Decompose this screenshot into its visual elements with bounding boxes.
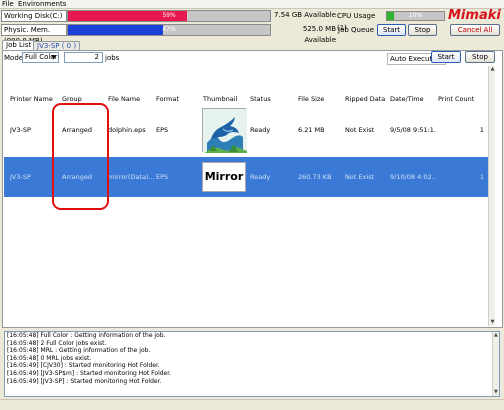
cpu-usage-label: CPU Usage (1): [337, 12, 376, 32]
group-column-highlight: [52, 103, 109, 210]
scroll-up-icon[interactable]: ▲: [494, 333, 498, 338]
auto-start-button[interactable]: Start: [431, 51, 461, 63]
mimaki-logo: Mimaki: [448, 8, 504, 24]
cell-date-time: 9/5/08 9:51:1...: [390, 126, 436, 134]
cell-status: Ready: [250, 126, 271, 134]
queue-stop-button[interactable]: Stop: [408, 24, 437, 36]
menu-file[interactable]: File: [2, 0, 14, 9]
working-disk-percent: 59%: [162, 12, 176, 19]
scroll-up-icon[interactable]: ▲: [490, 67, 495, 72]
jobs-label: jobs: [105, 54, 120, 62]
column-header-format[interactable]: Format: [156, 94, 179, 104]
log-line: [16:05:49] [JV3-SP] : Started monitoring…: [7, 377, 162, 385]
menu-environments[interactable]: Environments: [18, 0, 66, 9]
cell-ripped-data: Not Exist: [345, 173, 375, 181]
log-line: [16:05:49] [JV3-SP$m] : Started monitori…: [7, 369, 172, 377]
cpu-usage-percent: 10%: [408, 12, 423, 19]
cpu-usage-bar: 10%: [386, 11, 445, 21]
column-header-file-name[interactable]: File Name: [108, 94, 140, 104]
cancel-all-button[interactable]: Cancel All: [450, 24, 500, 36]
physical-memory-percent: 47%: [162, 26, 176, 33]
log-scrollbar[interactable]: ▲ ▼: [492, 332, 499, 396]
log-line: [16:05:49] [CJV30] : Started monitoring …: [7, 362, 160, 370]
tab-jv3-sp[interactable]: JV3-SP ( 0 ): [33, 41, 81, 50]
cell-status: Ready: [250, 173, 271, 181]
column-header-thumbnail[interactable]: Thumbnail: [203, 94, 237, 104]
scroll-down-icon[interactable]: ▼: [494, 390, 498, 395]
menu-bar: File Environments: [0, 0, 504, 9]
physical-memory-available: 525.0 MB Available: [302, 25, 336, 44]
queue-start-button[interactable]: Start: [377, 24, 406, 36]
physical-memory-bar: 47%: [67, 24, 271, 36]
column-header-printer-name[interactable]: Printer Name: [10, 94, 53, 104]
mirror-thumbnail-icon: Mirror: [202, 162, 246, 192]
auto-stop-button[interactable]: Stop: [465, 51, 495, 63]
jobs-count-field: 2: [64, 52, 103, 63]
scroll-down-icon[interactable]: ▼: [490, 320, 495, 325]
cell-printer-name: JV3-SP: [10, 173, 31, 181]
log-panel: [16:05:48] Full Color : Getting informat…: [4, 331, 500, 397]
log-line: [16:05:48] Full Color : Getting informat…: [7, 332, 166, 339]
tab-job-list[interactable]: Job List: [2, 40, 36, 50]
chevron-down-icon: ▼: [51, 54, 56, 61]
log-line: [16:05:48] MRL : Getting information of …: [7, 347, 151, 355]
cell-print-count: 1: [479, 173, 484, 181]
working-disk-bar: 59%: [67, 10, 271, 22]
cell-file-name: dolphin.eps: [108, 126, 146, 134]
mode-select[interactable]: Full Color ▼: [22, 52, 59, 63]
cell-ripped-data: Not Exist: [345, 126, 375, 134]
dolphin-thumbnail-icon: [202, 108, 247, 153]
column-header-status[interactable]: Status: [250, 94, 271, 104]
cell-file-size: 260.73 KB: [298, 173, 332, 181]
cell-format: EPS: [156, 126, 169, 134]
log-line: [16:05:48] 0 MRL jobs exist.: [7, 354, 92, 362]
cell-print-count: 1: [479, 126, 484, 134]
column-header-print-count[interactable]: Print Count: [438, 94, 474, 104]
working-disk-available: 7.54 GB Available: [274, 11, 336, 19]
column-header-ripped-data[interactable]: Ripped Data: [345, 94, 385, 104]
mirror-thumbnail-text: Mirror: [204, 170, 244, 183]
cell-date-time: 9/10/08 4:02...: [390, 173, 436, 181]
column-header-file-size[interactable]: File Size: [298, 94, 324, 104]
cell-format: EPS: [156, 173, 169, 181]
job-queue-label: Job Queue: [338, 26, 375, 34]
column-header-date-time[interactable]: Date/Time: [390, 94, 424, 104]
mode-label: Mode: [4, 54, 24, 62]
mimaki-logo-text: Mimaki: [448, 8, 501, 23]
cell-printer-name: JV3-SP: [10, 126, 31, 134]
status-bar: [0, 399, 504, 410]
log-line: [16:05:48] 2 Full Color jobs exist.: [7, 339, 107, 347]
working-disk-label: Working Disk(C:): [1, 10, 67, 22]
dolphin-image: [203, 109, 247, 153]
cell-file-name: mirror(Data)...: [108, 173, 154, 181]
cell-file-size: 6.21 MB: [298, 126, 325, 134]
physical-memory-label: Physic. Mem. (990.8 MB): [1, 24, 67, 45]
table-scrollbar[interactable]: ▲ ▼: [488, 66, 495, 326]
